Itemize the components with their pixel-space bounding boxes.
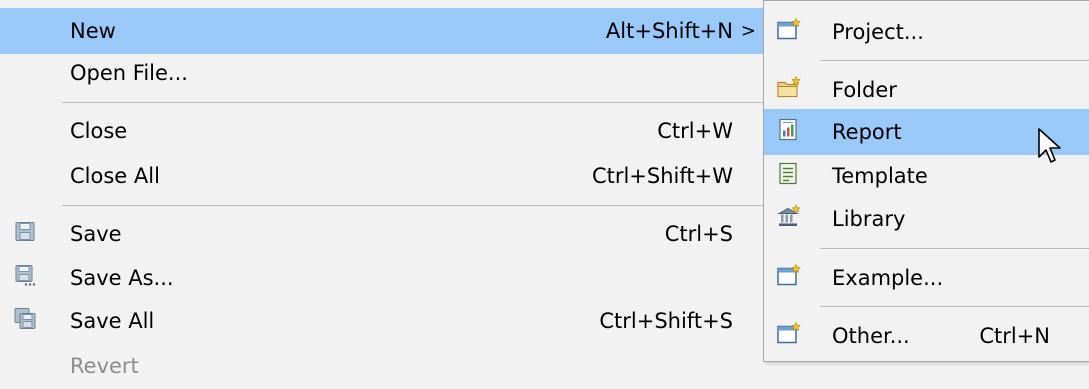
submenu-item-label: Other... xyxy=(832,324,910,348)
menu-item-shortcut: Alt+Shift+N xyxy=(605,19,733,43)
menu-item-shortcut: Ctrl+Shift+W xyxy=(591,164,733,188)
library-icon xyxy=(776,204,802,234)
menu-separator xyxy=(820,60,1089,61)
new-submenu: Project... Folder Report Template Librar… xyxy=(763,0,1089,362)
menu-item-label: Save As... xyxy=(70,266,174,290)
menu-item-close[interactable]: Close Ctrl+W xyxy=(0,108,770,154)
mouse-pointer-icon xyxy=(1037,127,1063,172)
submenu-item-label: Template xyxy=(832,164,928,188)
menu-item-label: New xyxy=(70,19,116,43)
submenu-item-label: Report xyxy=(832,120,902,144)
menu-item-label: Save All xyxy=(70,309,155,333)
menu-item-shortcut: Ctrl+W xyxy=(657,119,733,143)
save-icon xyxy=(14,221,36,248)
menu-item-save[interactable]: Save Ctrl+S xyxy=(0,211,770,257)
menu-item-save-all[interactable]: Save All Ctrl+Shift+S xyxy=(0,298,770,344)
submenu-item-example[interactable]: Example... xyxy=(764,255,1089,301)
report-icon xyxy=(776,118,802,147)
menu-item-label: Close All xyxy=(70,164,160,188)
save-as-icon xyxy=(14,265,36,292)
new-project-icon xyxy=(776,17,802,47)
menu-item-shortcut: Ctrl+Shift+S xyxy=(599,309,733,333)
menu-item-revert: Revert xyxy=(0,343,770,389)
menu-item-close-all[interactable]: Close All Ctrl+Shift+W xyxy=(0,153,770,199)
menu-item-open-file[interactable]: Open File... xyxy=(0,50,770,96)
menu-item-shortcut: Ctrl+N xyxy=(979,324,1050,348)
menu-separator xyxy=(62,205,770,206)
submenu-item-other[interactable]: Other... Ctrl+N xyxy=(764,313,1089,359)
menu-item-new[interactable]: New Alt+Shift+N > xyxy=(0,8,770,54)
submenu-item-label: Folder xyxy=(832,78,897,102)
menu-item-save-as[interactable]: Save As... xyxy=(0,255,770,301)
submenu-item-project[interactable]: Project... xyxy=(764,9,1089,55)
menu-item-label: Close xyxy=(70,119,128,143)
new-folder-icon xyxy=(776,75,802,105)
submenu-item-folder[interactable]: Folder xyxy=(764,67,1089,113)
chevron-right-icon: > xyxy=(740,20,756,42)
save-all-icon xyxy=(14,308,36,335)
new-example-icon xyxy=(776,263,802,293)
menu-item-label: Open File... xyxy=(70,61,188,85)
submenu-item-label: Example... xyxy=(832,266,944,290)
submenu-item-library[interactable]: Library xyxy=(764,196,1089,242)
submenu-item-label: Library xyxy=(832,207,906,231)
file-menu: New Alt+Shift+N > Open File... Close Ctr… xyxy=(0,0,770,380)
menu-separator xyxy=(62,102,770,103)
submenu-item-label: Project... xyxy=(832,20,924,44)
template-icon xyxy=(776,162,802,191)
menu-item-shortcut: Ctrl+S xyxy=(664,222,733,246)
menu-item-label: Revert xyxy=(70,354,139,378)
menu-item-label: Save xyxy=(70,222,122,246)
menu-separator xyxy=(820,306,1089,307)
menu-separator xyxy=(820,248,1089,249)
new-other-icon xyxy=(776,321,802,351)
